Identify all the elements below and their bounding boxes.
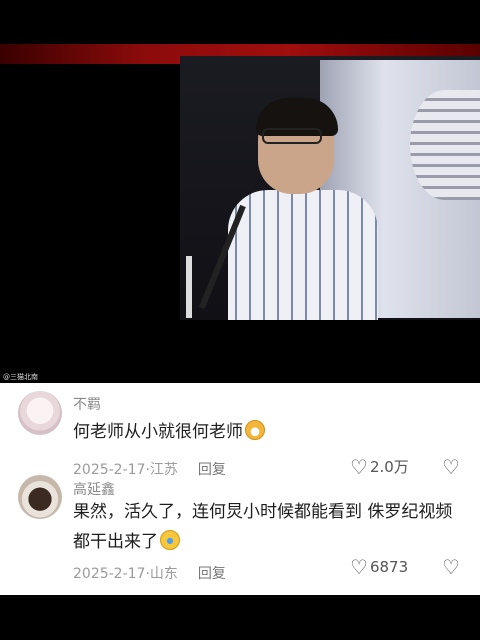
dislike-button[interactable]: ♡: [442, 455, 460, 479]
comment-location: 江苏: [149, 462, 178, 478]
heart-icon: ♡: [350, 555, 368, 579]
broken-heart-icon: ♡: [442, 555, 460, 579]
glasses: [262, 128, 322, 144]
dislike-button[interactable]: ♡: [442, 555, 460, 579]
like-count: 2.0万: [369, 458, 409, 476]
video-watermark: @三猫北南: [3, 373, 38, 381]
reply-button[interactable]: 回复: [198, 566, 226, 582]
comment-date: 2025-2-17: [73, 462, 146, 478]
comment-meta: 2025-2-17·山东 回复: [73, 566, 226, 582]
grinning-face-icon: [245, 420, 265, 440]
comment-text: 何老师从小就很何老师: [73, 417, 463, 447]
like-count: 6873: [369, 558, 409, 576]
stage-disc: [410, 90, 480, 200]
comment-username[interactable]: 不羁: [73, 394, 101, 414]
heart-icon: ♡: [350, 455, 368, 479]
avatar[interactable]: [18, 391, 62, 435]
comment-username[interactable]: 高延鑫: [73, 479, 115, 499]
like-button[interactable]: ♡ 6873: [350, 555, 408, 579]
comment-text: 果然，活久了，连何炅小时候都能看到 侏罗纪视频都干出来了: [73, 502, 453, 552]
reply-button[interactable]: 回复: [198, 462, 226, 478]
comment-location: 山东: [149, 566, 178, 582]
video-frame[interactable]: [0, 0, 480, 383]
avatar[interactable]: [18, 475, 62, 519]
like-button[interactable]: ♡ 2.0万: [350, 455, 409, 479]
boy-shirt: [228, 190, 378, 320]
comment-list: 不羁 何老师从小就很何老师 2025-2-17·江苏 回复 ♡ 2.0万 ♡ 高延鑫…: [0, 383, 480, 595]
mic-stand: [186, 256, 192, 318]
comment-date: 2025-2-17: [73, 566, 146, 582]
broken-heart-icon: ♡: [442, 455, 460, 479]
laughing-face-icon: [160, 530, 180, 550]
bottom-black-bar: [0, 595, 480, 640]
comment-meta: 2025-2-17·江苏 回复: [73, 462, 226, 478]
